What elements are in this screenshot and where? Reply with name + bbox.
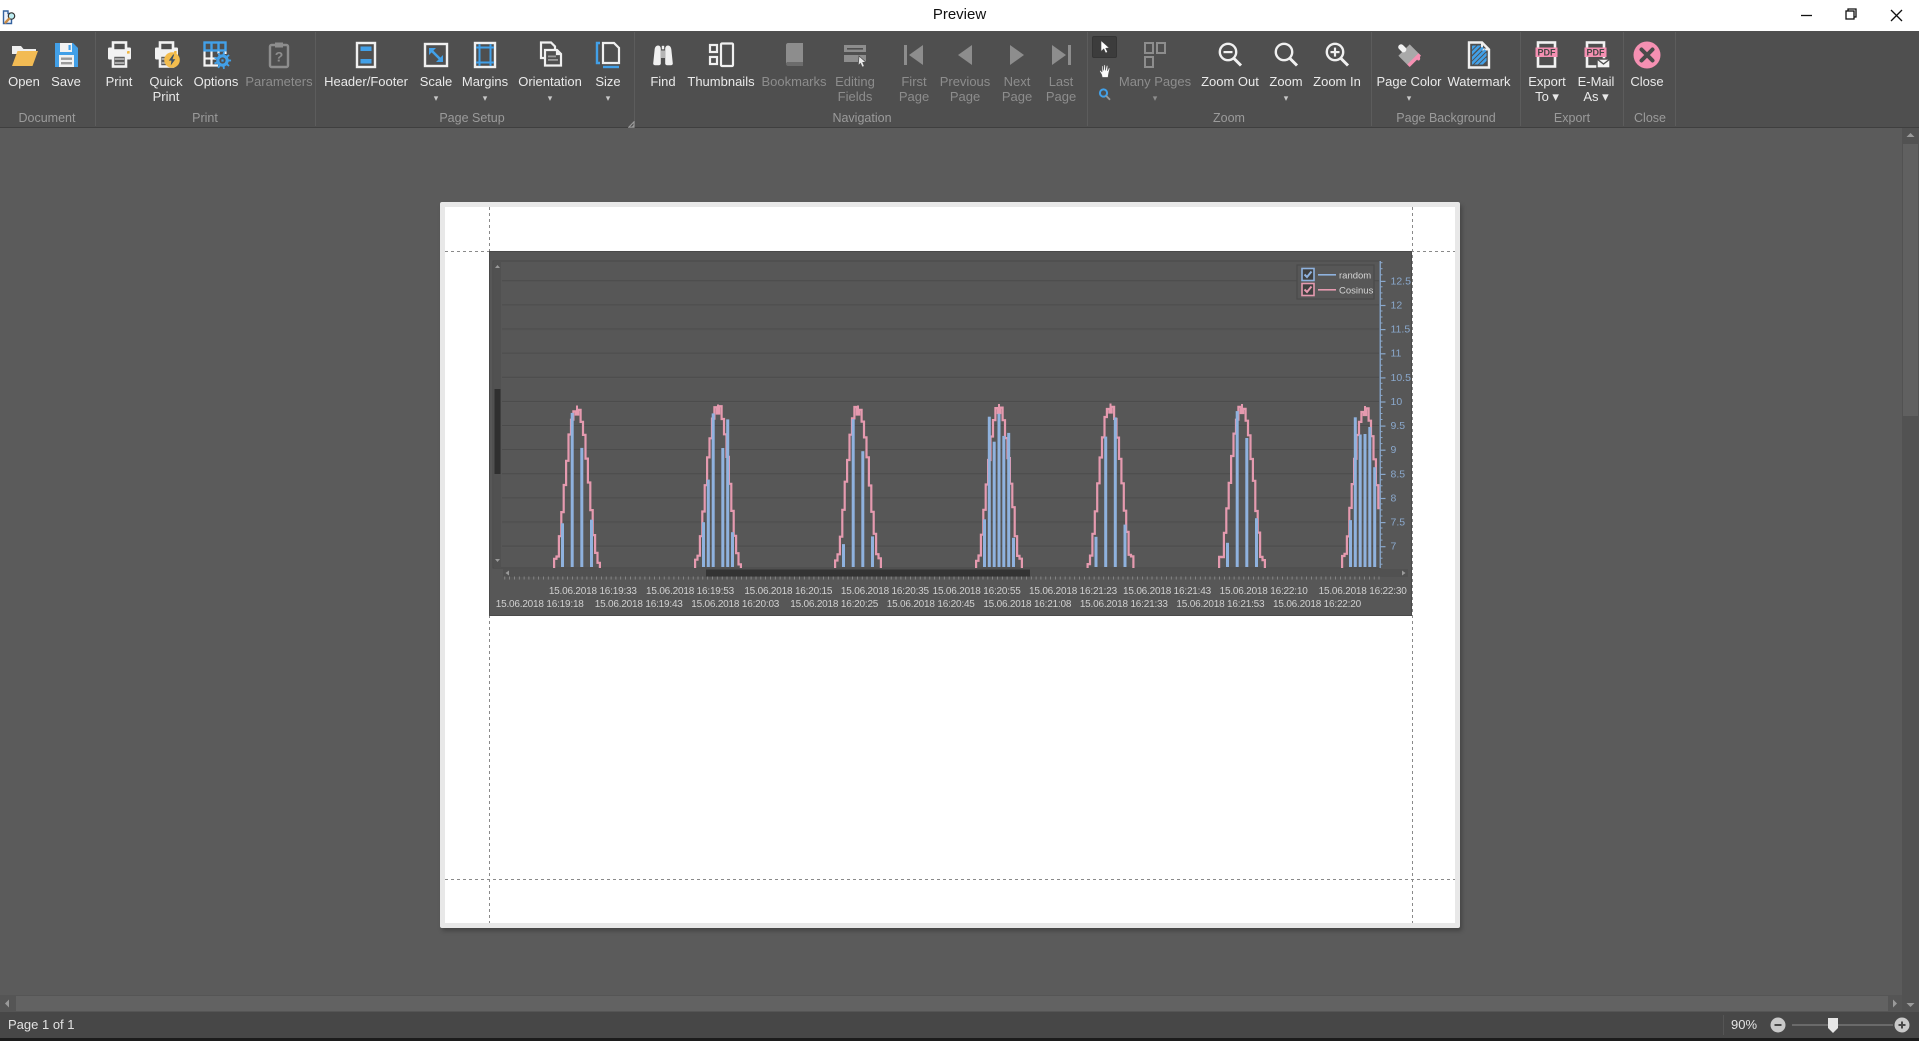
svg-text:15.06.2018 16:21:33: 15.06.2018 16:21:33	[1080, 599, 1169, 610]
svg-text:15.06.2018 16:20:45: 15.06.2018 16:20:45	[887, 599, 976, 610]
svg-text:9.5: 9.5	[1391, 420, 1406, 432]
svg-text:15.06.2018 16:19:43: 15.06.2018 16:19:43	[595, 599, 684, 610]
svg-text:15.06.2018 16:19:33: 15.06.2018 16:19:33	[549, 586, 638, 597]
svg-text:15.06.2018 16:20:03: 15.06.2018 16:20:03	[691, 599, 780, 610]
svg-text:8: 8	[1391, 492, 1397, 504]
svg-text:7.5: 7.5	[1391, 517, 1406, 529]
svg-text:11: 11	[1391, 348, 1402, 360]
svg-text:15.06.2018 16:20:25: 15.06.2018 16:20:25	[790, 599, 879, 610]
svg-text:15.06.2018 16:20:15: 15.06.2018 16:20:15	[744, 586, 833, 597]
svg-text:15.06.2018 16:22:10: 15.06.2018 16:22:10	[1220, 586, 1309, 597]
svg-text:15.06.2018 16:20:35: 15.06.2018 16:20:35	[841, 586, 930, 597]
svg-text:8.5: 8.5	[1391, 468, 1406, 480]
svg-text:12: 12	[1391, 299, 1403, 311]
svg-text:15.06.2018 16:21:43: 15.06.2018 16:21:43	[1123, 586, 1212, 597]
svg-text:Cosinus: Cosinus	[1339, 286, 1374, 297]
svg-text:15.06.2018 16:21:08: 15.06.2018 16:21:08	[983, 599, 1072, 610]
svg-text:10.5: 10.5	[1391, 372, 1412, 384]
svg-text:random: random	[1339, 271, 1371, 282]
svg-text:15.06.2018 16:19:18: 15.06.2018 16:19:18	[496, 599, 585, 610]
svg-text:15.06.2018 16:22:30: 15.06.2018 16:22:30	[1319, 586, 1408, 597]
svg-text:15.06.2018 16:19:53: 15.06.2018 16:19:53	[646, 586, 735, 597]
svg-text:?: ?	[275, 49, 284, 65]
svg-text:15.06.2018 16:21:23: 15.06.2018 16:21:23	[1029, 586, 1118, 597]
svg-text:12.5: 12.5	[1391, 275, 1412, 287]
svg-text:9: 9	[1391, 444, 1397, 456]
svg-text:10: 10	[1391, 396, 1403, 408]
svg-text:7: 7	[1391, 541, 1397, 553]
svg-text:15.06.2018 16:21:53: 15.06.2018 16:21:53	[1176, 599, 1265, 610]
svg-text:15.06.2018 16:22:20: 15.06.2018 16:22:20	[1273, 599, 1362, 610]
svg-text:11.5: 11.5	[1391, 324, 1411, 336]
svg-text:15.06.2018 16:20:55: 15.06.2018 16:20:55	[933, 586, 1022, 597]
